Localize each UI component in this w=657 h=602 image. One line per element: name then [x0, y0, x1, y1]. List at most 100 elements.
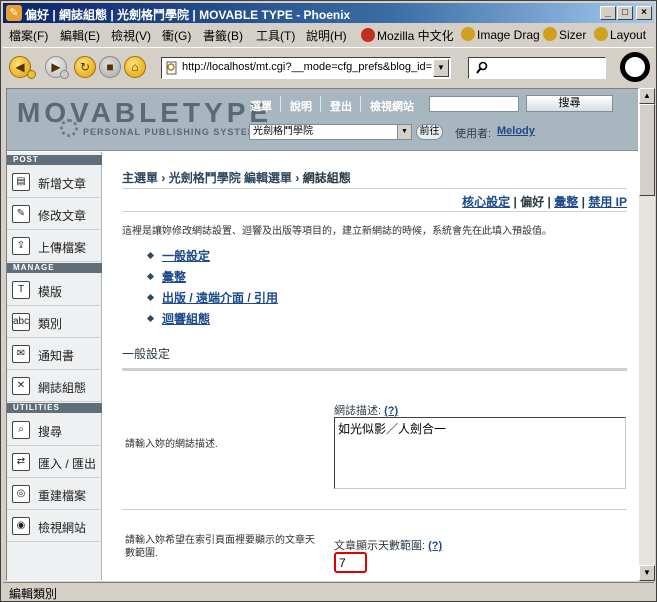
notifications-icon: ✉: [12, 345, 30, 363]
maximize-button[interactable]: □: [617, 6, 633, 20]
sidebar-item-import-export[interactable]: ⇄ 匯入 / 匯出: [7, 446, 102, 478]
menu-image-drag[interactable]: Image Drag: [461, 27, 540, 42]
image-drag-icon: [461, 27, 475, 41]
sidebar-item-new-entry[interactable]: ▤ 新增文章: [7, 166, 102, 198]
breadcrumb-blog-menu[interactable]: 光劍格鬥學院 編輯選單: [169, 171, 292, 185]
breadcrumb-separator: ›: [161, 171, 166, 185]
forward-history-dropdown[interactable]: [60, 70, 69, 79]
search-icon: ⌕: [12, 421, 30, 439]
menu-sizer[interactable]: Sizer: [543, 27, 586, 42]
minimize-button[interactable]: _: [600, 6, 616, 20]
divider: [122, 509, 627, 510]
list-item[interactable]: 彙整: [146, 268, 186, 285]
description-help-text: 請輸入妳的網誌描述.: [125, 439, 218, 450]
menu-help[interactable]: 說明(H): [306, 27, 347, 44]
tab-ip-banning[interactable]: 禁用 IP: [588, 195, 627, 209]
url-history-dropdown[interactable]: ▼: [433, 59, 449, 77]
chevron-down-icon: ▼: [397, 125, 411, 139]
subnav-separator: |: [581, 195, 585, 209]
list-item[interactable]: 一般設定: [146, 247, 210, 264]
weblog-config-icon: ✕: [12, 377, 30, 395]
menu-go[interactable]: 衝(G): [162, 27, 191, 44]
sidebar-item-label: 新增文章: [38, 177, 87, 191]
sidebar-item-view-site[interactable]: ◉ 檢視網站: [7, 510, 102, 542]
breadcrumb-current: 網誌組態: [302, 171, 351, 185]
blog-select-value: 光劍格鬥學院: [253, 126, 313, 137]
nav-main-menu[interactable]: 選單: [250, 98, 272, 114]
sizer-icon: [543, 27, 557, 41]
sidebar-item-edit-entries[interactable]: ✎ 修改文章: [7, 198, 102, 230]
gear-icon: [60, 119, 78, 137]
section-header-manage: MANAGE: [7, 263, 102, 273]
title-bar: ✎ 偏好 | 網誌組態 | 光劍格鬥學院 | MOVABLE TYPE - Ph…: [3, 3, 654, 23]
jump-link-archiving[interactable]: 彙整: [162, 270, 186, 284]
breadcrumb-main-menu[interactable]: 主選單: [122, 171, 158, 185]
sidebar-item-notifications[interactable]: ✉ 通知書: [7, 338, 102, 370]
nav-logout[interactable]: 登出: [330, 98, 352, 114]
divider: [122, 368, 627, 371]
mt-header: MOVABLETYPE PERSONAL PUBLISHING SYSTEM 選…: [7, 89, 638, 151]
sidebar-item-search[interactable]: ⌕ 搜尋: [7, 414, 102, 446]
sidebar-item-label: 通知書: [38, 349, 75, 363]
scroll-up-button[interactable]: ▲: [639, 88, 655, 104]
scroll-down-button[interactable]: ▼: [639, 565, 655, 581]
menu-edit[interactable]: 編輯(E): [60, 27, 100, 44]
tab-archiving[interactable]: 彙整: [554, 195, 578, 209]
menu-bar: 檔案(F) 編輯(E) 檢視(V) 衝(G) 書籤(B) 工具(T) 說明(H)…: [3, 24, 654, 45]
view-site-icon: ◉: [12, 517, 30, 535]
templates-icon: T: [12, 281, 30, 299]
help-link[interactable]: (?): [384, 405, 398, 417]
sidebar: POST ▤ 新增文章 ✎ 修改文章 ⇪ 上傳檔案 MANAGE T 模版 ab…: [7, 152, 102, 580]
nav-view-site[interactable]: 檢視網站: [370, 98, 414, 114]
mt-search-input[interactable]: [429, 96, 519, 112]
sidebar-item-weblog-config[interactable]: ✕ 網誌組態: [7, 370, 102, 402]
list-item[interactable]: 迴響組態: [146, 310, 210, 327]
menu-bookmarks[interactable]: 書籤(B): [203, 27, 243, 44]
help-link[interactable]: (?): [428, 540, 442, 552]
mt-search-button[interactable]: 搜尋: [526, 95, 613, 112]
jump-link-publishing[interactable]: 出版 / 遠端介面 / 引用: [162, 291, 278, 305]
section-title: 一般設定: [122, 347, 171, 361]
list-item[interactable]: 出版 / 遠端介面 / 引用: [146, 289, 278, 306]
reload-button[interactable]: ↻: [74, 56, 96, 78]
menu-tools[interactable]: 工具(T): [256, 27, 295, 44]
go-button[interactable]: 前往: [416, 124, 443, 140]
scroll-thumb[interactable]: [639, 104, 655, 196]
nav-help[interactable]: 說明: [290, 98, 312, 114]
divider: [360, 96, 361, 112]
tab-core-setup[interactable]: 核心設定: [462, 195, 510, 209]
menu-mozilla-chinese[interactable]: Mozilla 中文化: [361, 27, 454, 44]
sidebar-item-categories[interactable]: abc 類別: [7, 306, 102, 338]
bullet-icon: [146, 314, 155, 323]
menu-layout[interactable]: Layout: [594, 27, 646, 42]
menu-view[interactable]: 檢視(V): [111, 27, 151, 44]
blog-select[interactable]: 光劍格鬥學院 ▼: [249, 124, 412, 140]
sidebar-item-templates[interactable]: T 模版: [7, 274, 102, 306]
sidebar-item-label: 匯入 / 匯出: [38, 457, 97, 471]
close-button[interactable]: ×: [636, 6, 652, 20]
toolbar-search-input[interactable]: [468, 57, 606, 79]
sidebar-item-upload-file[interactable]: ⇪ 上傳檔案: [7, 230, 102, 262]
menu-file[interactable]: 檔案(F): [9, 27, 48, 44]
browser-window: ✎ 偏好 | 網誌組態 | 光劍格鬥學院 | MOVABLE TYPE - Ph…: [0, 0, 657, 602]
movable-type-logo[interactable]: MOVABLETYPE PERSONAL PUBLISHING SYSTEM: [17, 97, 268, 143]
days-label: 文章顯示天數範圍: (?): [334, 537, 442, 553]
status-bar: 編輯類別: [3, 582, 654, 601]
user-name-link[interactable]: Melody: [497, 125, 535, 137]
jump-link-comments[interactable]: 迴響組態: [162, 312, 210, 326]
back-history-dropdown[interactable]: [27, 70, 36, 79]
sidebar-item-rebuild[interactable]: ◎ 重建檔案: [7, 478, 102, 510]
section-header-utilities: UTILITIES: [7, 403, 102, 413]
jump-link-general[interactable]: 一般設定: [162, 249, 210, 263]
vertical-scrollbar[interactable]: ▲ ▼: [639, 88, 655, 581]
stop-button[interactable]: ■: [99, 56, 121, 78]
url-bar[interactable]: http://localhost/mt.cgi?__mode=cfg_prefs…: [161, 57, 451, 79]
description-textarea[interactable]: 如光似影／人劍合一: [334, 417, 626, 489]
days-on-index-input[interactable]: 7: [334, 552, 367, 573]
logo-subtitle: PERSONAL PUBLISHING SYSTEM: [83, 127, 257, 137]
sidebar-item-label: 網誌組態: [38, 381, 87, 395]
sidebar-item-label: 上傳檔案: [38, 241, 87, 255]
sidebar-item-label: 模版: [38, 285, 63, 299]
categories-icon: abc: [12, 313, 30, 331]
home-button[interactable]: ⌂: [124, 56, 146, 78]
